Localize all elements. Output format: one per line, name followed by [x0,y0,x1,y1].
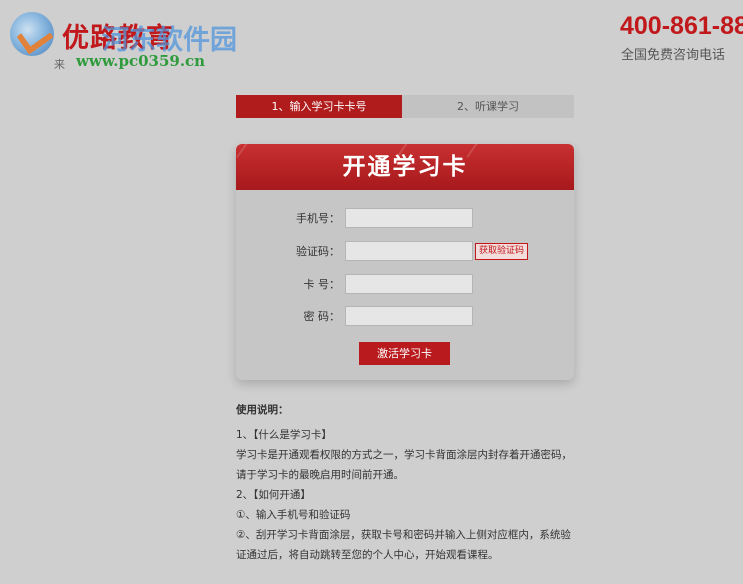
password-label: 密 码： [303,310,341,323]
hotline-number: 400-861-880 [620,12,743,40]
code-label: 验证码： [296,245,340,258]
activation-card: 开通学习卡 手机号： 验证码： 获取验证码 卡 号： 密 码： 激活学习卡 [236,144,574,380]
instruction-line: ①、输入手机号和验证码 [236,509,351,521]
progress-steps: 1、输入学习卡卡号 2、听课学习 [236,95,574,118]
activate-card-button[interactable]: 激活学习卡 [359,342,450,365]
instruction-line: 1、【什么是学习卡】 [236,429,332,441]
card-number-input[interactable] [345,274,473,294]
logo-icon [10,12,54,56]
logo[interactable]: 优路教育 河东软件园 来 www.pc0359.cn [6,8,246,71]
step-2: 2、听课学习 [402,95,574,118]
usage-instructions: 使用说明： 1、【什么是学习卡】 学习卡是开通观看权限的方式之一，学习卡背面涂层… [236,402,586,565]
phone-row: 手机号： [236,208,574,230]
card-number-row: 卡 号： [236,274,574,296]
password-input[interactable] [345,306,473,326]
phone-label: 手机号： [296,212,340,225]
brand-subtitle: 来 [54,58,65,71]
instructions-title: 使用说明： [236,404,289,416]
instruction-line: 请于学习卡的最晚启用时间前开通。 [236,469,404,481]
card-banner: 开通学习卡 [236,144,574,190]
card-number-label: 卡 号： [303,278,341,291]
watermark-url: www.pc0359.cn [76,52,206,70]
instruction-line: 证通过后，将自动跳转至您的个人中心，开始观看课程。 [236,549,499,561]
instruction-line: ②、刮开学习卡背面涂层，获取卡号和密码并输入上侧对应框内，系统验 [236,529,571,541]
phone-input[interactable] [345,208,473,228]
hotline-caption: 全国免费咨询电话 [621,48,726,63]
card-title: 开通学习卡 [342,154,468,180]
instruction-line: 2、【如何开通】 [236,489,311,501]
get-code-button[interactable]: 获取验证码 [475,243,529,260]
verification-code-input[interactable] [345,241,473,261]
step-1: 1、输入学习卡卡号 [236,95,412,118]
password-row: 密 码： [236,306,574,328]
code-row: 验证码： 获取验证码 [236,241,574,263]
instruction-line: 学习卡是开通观看权限的方式之一，学习卡背面涂层内封存着开通密码， [236,449,572,461]
